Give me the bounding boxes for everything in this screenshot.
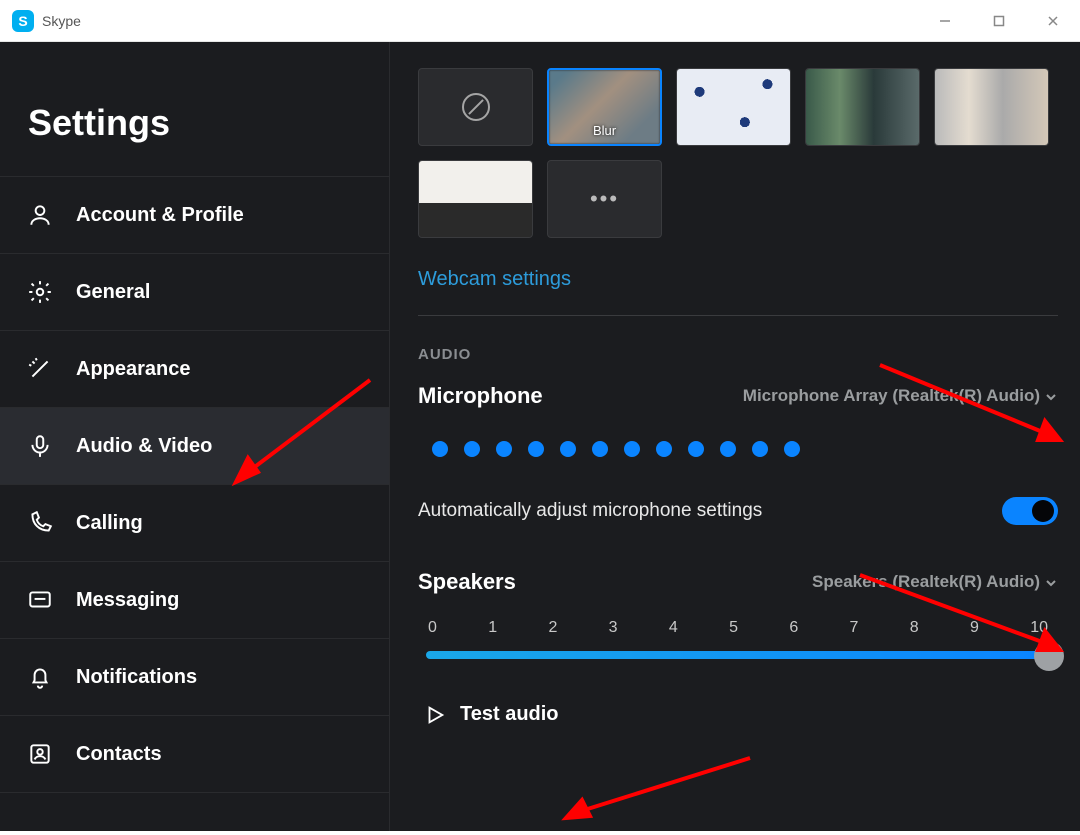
- sidebar-item-notifications[interactable]: Notifications: [0, 638, 389, 715]
- slider-ticks: 0 1 2 3 4 5 6 7 8 9 10: [426, 619, 1050, 637]
- blur-caption: Blur: [549, 123, 660, 138]
- section-divider: [418, 315, 1058, 316]
- microphone-device-value: Microphone Array (Realtek(R) Audio): [743, 386, 1040, 406]
- none-icon: [462, 93, 490, 121]
- more-icon: •••: [590, 186, 619, 212]
- sidebar-item-label: Audio & Video: [76, 435, 212, 458]
- background-none[interactable]: [418, 68, 533, 146]
- background-effects-row: Blur •••: [418, 68, 1058, 238]
- speaker-volume-slider[interactable]: 0 1 2 3 4 5 6 7 8 9 10: [426, 619, 1050, 659]
- sidebar-item-label: Contacts: [76, 743, 162, 766]
- maximize-button[interactable]: [972, 0, 1026, 42]
- close-button[interactable]: [1026, 0, 1080, 42]
- sidebar-item-messaging[interactable]: Messaging: [0, 561, 389, 638]
- minimize-button[interactable]: [918, 0, 972, 42]
- background-more[interactable]: •••: [547, 160, 662, 238]
- sidebar-item-account[interactable]: Account & Profile: [0, 176, 389, 253]
- settings-sidebar: Settings Account & Profile General Appea…: [0, 42, 390, 831]
- toggle-knob: [1032, 500, 1054, 522]
- test-audio-label: Test audio: [460, 703, 559, 726]
- speakers-device-value: Speakers (Realtek(R) Audio): [812, 572, 1040, 592]
- gear-icon: [26, 278, 54, 306]
- microphone-label: Microphone: [418, 383, 543, 409]
- sidebar-item-label: Appearance: [76, 358, 191, 381]
- sidebar-item-appearance[interactable]: Appearance: [0, 330, 389, 407]
- webcam-settings-link[interactable]: Webcam settings: [418, 268, 571, 291]
- message-icon: [26, 586, 54, 614]
- microphone-icon: [26, 432, 54, 460]
- bell-icon: [26, 663, 54, 691]
- app-name: Skype: [42, 13, 81, 29]
- sidebar-item-label: General: [76, 281, 150, 304]
- background-pattern[interactable]: [676, 68, 791, 146]
- user-icon: [26, 201, 54, 229]
- sidebar-item-general[interactable]: General: [0, 253, 389, 330]
- sidebar-item-contacts[interactable]: Contacts: [0, 715, 389, 793]
- speakers-label: Speakers: [418, 569, 516, 595]
- microphone-device-dropdown[interactable]: Microphone Array (Realtek(R) Audio): [743, 386, 1058, 406]
- background-blur[interactable]: Blur: [547, 68, 662, 146]
- microphone-row: Microphone Microphone Array (Realtek(R) …: [418, 383, 1058, 409]
- auto-adjust-label: Automatically adjust microphone settings: [418, 500, 762, 522]
- audio-section-title: AUDIO: [418, 346, 1058, 363]
- slider-thumb[interactable]: [1034, 641, 1064, 671]
- sidebar-item-label: Calling: [76, 512, 143, 535]
- sidebar-item-label: Notifications: [76, 666, 197, 689]
- sidebar-item-label: Account & Profile: [76, 204, 244, 227]
- auto-adjust-row: Automatically adjust microphone settings: [418, 497, 1058, 525]
- background-office-2[interactable]: [934, 68, 1049, 146]
- phone-icon: [26, 509, 54, 537]
- settings-content: Blur ••• Webcam settings AUDIO Microphon…: [390, 42, 1080, 831]
- sidebar-item-label: Messaging: [76, 589, 179, 612]
- contacts-icon: [26, 740, 54, 768]
- sidebar-item-audio-video[interactable]: Audio & Video: [0, 407, 389, 484]
- microphone-level-indicator: [418, 421, 1058, 485]
- skype-logo-icon: S: [12, 10, 34, 32]
- sidebar-item-calling[interactable]: Calling: [0, 484, 389, 561]
- background-office-1[interactable]: [805, 68, 920, 146]
- slider-track: [426, 651, 1050, 659]
- speakers-device-dropdown[interactable]: Speakers (Realtek(R) Audio): [812, 572, 1058, 592]
- chevron-down-icon: [1044, 575, 1058, 589]
- speakers-row: Speakers Speakers (Realtek(R) Audio): [418, 569, 1058, 595]
- settings-title: Settings: [0, 42, 389, 176]
- chevron-down-icon: [1044, 389, 1058, 403]
- auto-adjust-toggle[interactable]: [1002, 497, 1058, 525]
- window-titlebar: S Skype: [0, 0, 1080, 42]
- wand-icon: [26, 355, 54, 383]
- test-audio-button[interactable]: Test audio: [418, 703, 1058, 726]
- window-controls: [918, 0, 1080, 42]
- background-window[interactable]: [418, 160, 533, 238]
- play-icon: [424, 704, 446, 726]
